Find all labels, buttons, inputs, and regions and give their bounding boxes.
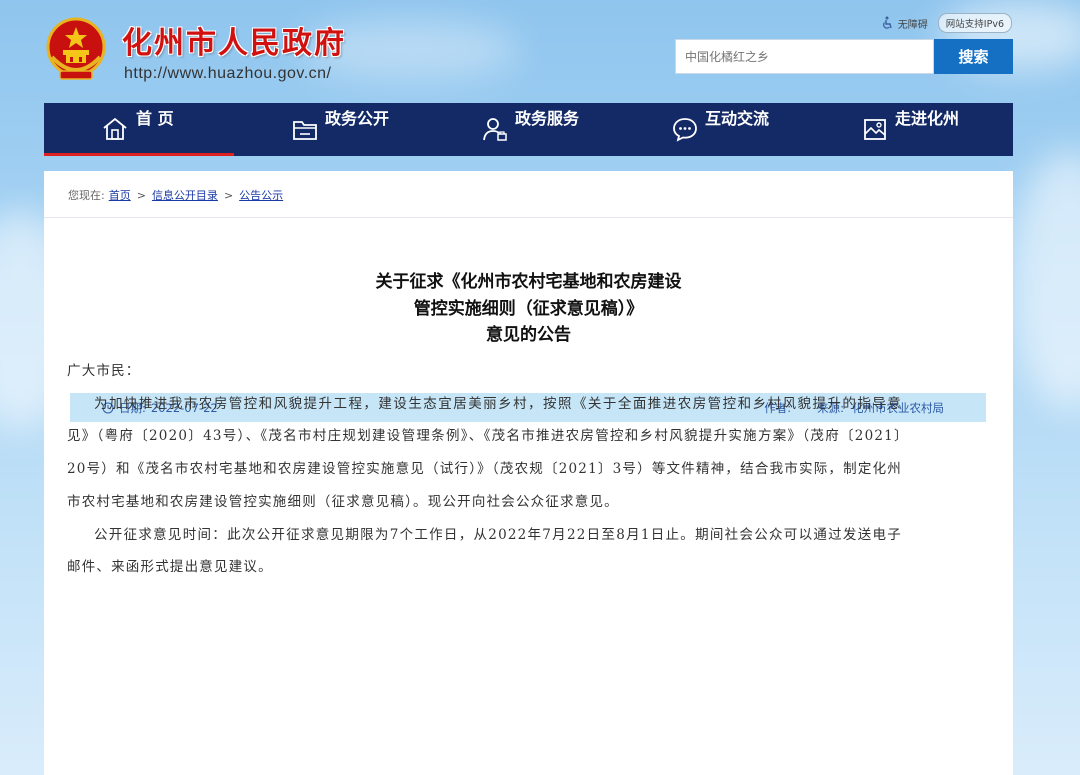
national-emblem-icon: [46, 17, 106, 80]
breadcrumb-separator: >: [136, 188, 146, 202]
article-paragraph: 公开征求意见时间：此次公开征求意见期限为7个工作日，从2022年7月22日至8月…: [67, 526, 902, 576]
nav-label: 走进化州: [895, 109, 960, 128]
article-greeting: 广大市民：: [67, 363, 141, 379]
folder-icon: [293, 121, 317, 140]
accessibility-label: 无障碍: [897, 19, 928, 31]
breadcrumb: 您现在: 首页 > 信息公开目录 > 公告公示: [68, 187, 283, 203]
nav-label: 政务公开: [325, 109, 390, 128]
site-url: http://www.huazhou.gov.cn/: [124, 65, 332, 82]
article-title: 关于征求《化州市农村宅基地和农房建设 管控实施细则（征求意见稿）》 意见的公告: [44, 269, 1013, 349]
ipv6-badge: 网站支持IPv6: [937, 13, 1012, 33]
accessibility-link[interactable]: 无障碍: [880, 16, 928, 31]
nav-item-government-affairs[interactable]: 政务公开: [234, 103, 424, 156]
chat-icon: [673, 118, 697, 142]
wheelchair-icon: [882, 16, 892, 29]
nav-label: 互动交流: [705, 109, 770, 128]
breadcrumb-separator: >: [223, 188, 234, 202]
search-input[interactable]: [675, 39, 934, 74]
top-links: 无障碍 网站支持IPv6: [880, 13, 1012, 33]
article-body: 广大市民： 为加快推进我市农房管控和风貌提升工程，建设生态宜居美丽乡村，按照《关…: [67, 355, 902, 584]
breadcrumb-home-link[interactable]: 首页: [109, 187, 131, 203]
home-icon: [103, 117, 127, 140]
picture-icon: [864, 119, 886, 140]
user-service-icon: [483, 118, 507, 141]
nav-label: 政务服务: [515, 109, 580, 128]
article-title-line: 管控实施细则（征求意见稿）》: [413, 298, 644, 319]
breadcrumb-prefix: 您现在:: [68, 189, 105, 202]
main-nav: 首 页 政务公开 政务服务 互动交流 走进化州: [44, 103, 1013, 156]
breadcrumb-divider: [44, 217, 1013, 218]
nav-item-services[interactable]: 政务服务: [424, 103, 614, 156]
site-title[interactable]: 化州市人民政府: [122, 18, 346, 62]
nav-label: 首 页: [136, 109, 174, 128]
article-paragraph: 为加快推进我市农房管控和风貌提升工程，建设生态宜居美丽乡村，按照《关于全面推进农…: [67, 395, 902, 510]
nav-item-interaction[interactable]: 互动交流: [614, 103, 804, 156]
article-title-line: 关于征求《化州市农村宅基地和农房建设: [375, 272, 682, 292]
search-button[interactable]: 搜索: [934, 39, 1013, 74]
nav-item-about-huazhou[interactable]: 走进化州: [804, 103, 994, 156]
nav-item-home[interactable]: 首 页: [44, 103, 234, 156]
breadcrumb-catalog-link[interactable]: 信息公开目录: [152, 187, 218, 203]
breadcrumb-notices-link[interactable]: 公告公示: [239, 187, 283, 203]
article-title-line: 意见的公告: [486, 325, 571, 345]
